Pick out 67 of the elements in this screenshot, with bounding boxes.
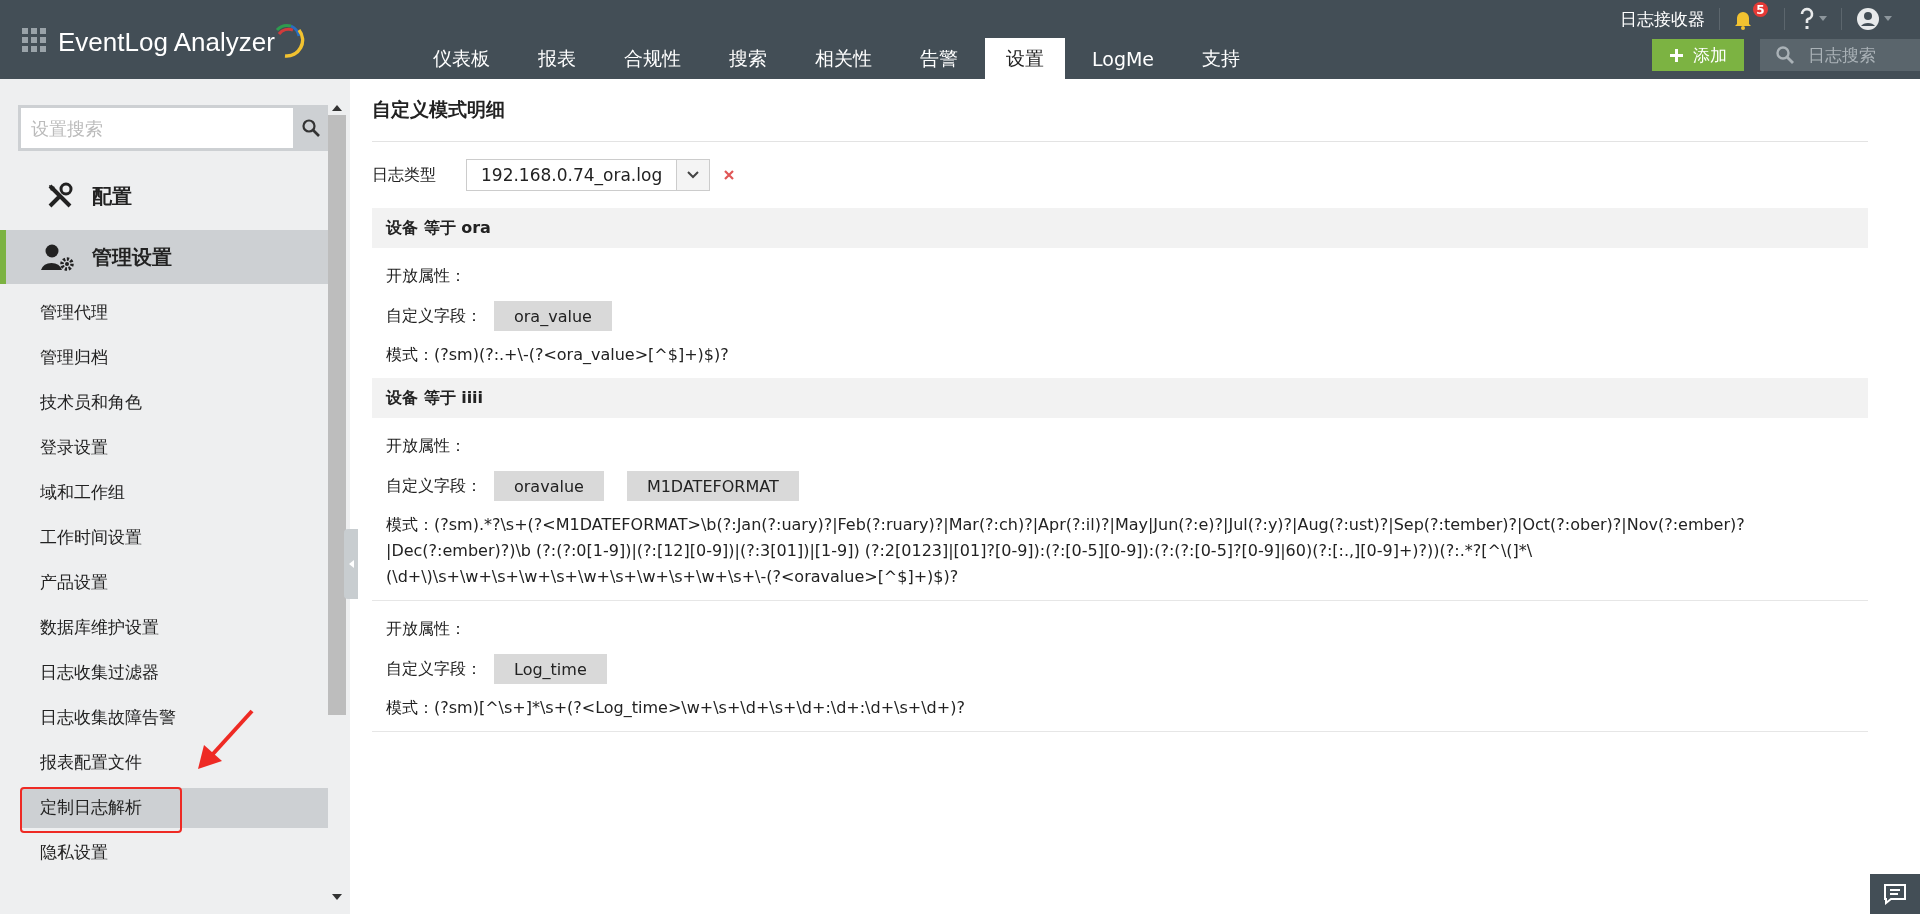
user-gear-icon [40,243,74,271]
group-header: 设备 等于 iiii [372,378,1868,418]
log-search-field[interactable]: 日志搜索 [1804,39,1920,71]
chat-icon[interactable] [1883,883,1907,905]
scroll-up-icon [332,105,342,111]
search-icon [1760,39,1804,71]
help-icon[interactable] [1799,7,1815,31]
nav-tab[interactable]: 告警 [899,38,979,79]
arrow-annotation [196,709,256,771]
sidebar-item[interactable]: 日志收集过滤器 [22,652,328,693]
pattern-text: 模式：(?sm)[^\s+]*\s+(?<Log_time>\w+\s+\d+\s+\d+:\d+:\d+\s+\d+)? [386,697,966,719]
field-tag: M1DATEFORMAT [626,471,799,501]
sidebar-item[interactable]: 登录设置 [22,427,328,468]
tools-icon [46,182,74,210]
plus-icon [1669,48,1683,62]
sidebar-item[interactable]: 管理代理 [22,292,328,333]
sidebar-item[interactable]: 日志收集故障告警 [22,697,328,738]
nav-tab[interactable]: LogMe [1071,38,1176,79]
nav-tab[interactable]: 相关性 [794,38,893,79]
search-button[interactable] [293,105,328,151]
settings-section[interactable]: 管理设置 [0,230,328,284]
page-title: 自定义模式明细 [372,79,1868,142]
scroll-down-icon [332,894,342,900]
chevron-down-icon [687,171,700,179]
pattern-text: 模式：(?sm).*?\s+(?<M1DATEFORMAT>\b(?:Jan(?:uary)?|Feb(?:ruary)?|Mar(?:ch)?|Apr(?:il)?|May|Jun(?:e)?|Jul(?:y)?|Aug(?:ust)?|Sep(?:tember)?|Oct(?:ober)?|Nov(?:ember)?|Dec(?:ember)?)\b (?:(?:0[1-9])|(?:[12][0-9])|(?:3[01])|[1-9]) (?:2[0123]|[01]?[0-9]):(?:[0-5][0-9]):(?:(?:[0-5]?[0-9]|60)(?:[:.,][0-9]+)?))(?:.*?[^\(]*\(\d+\)\s+\w+\s+\w+\s+\w+\s+\w+\s+\w+\s+\-(?<oravalue>[^$]+)$)? [386,514,1746,588]
sidebar-item[interactable]: 报表配置文件 [22,742,328,783]
sidebar-item[interactable]: 隐私设置 [22,832,328,873]
nav-tab[interactable]: 报表 [517,38,597,79]
nav-tab[interactable]: 仪表板 [412,38,511,79]
logo-arcs-icon [274,21,305,58]
open-attributes-label: 开放属性： [386,435,466,457]
field-tag: ora_value [494,301,612,331]
nav-tab[interactable]: 支持 [1181,38,1262,79]
pattern-text: 模式：(?sm)(?:.+\-(?<ora_value>[^$]+)$)? [386,344,730,366]
open-attributes-label: 开放属性： [386,618,466,640]
sidebar-item[interactable]: 域和工作组 [22,472,328,513]
user-avatar-icon[interactable] [1856,7,1880,31]
sidebar-item[interactable]: 定制日志解析 [22,787,328,828]
app-logo-text: EventLog Analyzer [58,26,275,58]
field-tag: Log_time [494,654,607,684]
caret-icon [1884,16,1892,22]
field-tag: oravalue [494,471,604,501]
collapse-handle[interactable] [344,529,358,599]
nav-tab[interactable]: 搜索 [708,38,788,79]
notification-badge: 5 [1753,2,1768,17]
open-attributes-label: 开放属性： [386,265,466,287]
group-header: 设备 等于 ora [372,208,1868,248]
log-type-label: 日志类型 [372,164,436,186]
sidebar-item[interactable]: 产品设置 [22,562,328,603]
settings-search-field[interactable]: 设置搜索 [18,105,293,151]
custom-fields-label: 自定义字段： [386,658,482,680]
log-receiver-link[interactable]: 日志接收器 [1620,7,1705,31]
remove-icon[interactable] [724,170,735,180]
log-type-dropdown[interactable]: 192.168.0.74_ora.log [466,159,711,191]
collapse-icon [348,560,354,568]
search-icon [301,119,320,137]
custom-fields-label: 自定义字段： [386,475,482,497]
nav-tab[interactable]: 合规性 [603,38,702,79]
sidebar-item[interactable]: 管理归档 [22,337,328,378]
apps-grid-icon[interactable] [22,27,46,52]
sidebar-item[interactable]: 技术员和角色 [22,382,328,423]
nav-tab[interactable]: 设置 [985,38,1065,79]
caret-icon [1819,16,1827,22]
custom-fields-label: 自定义字段： [386,305,482,327]
settings-section[interactable]: 配置 [0,169,328,223]
sidebar-item[interactable]: 数据库维护设置 [22,607,328,648]
sidebar-item[interactable]: 工作时间设置 [22,517,328,558]
